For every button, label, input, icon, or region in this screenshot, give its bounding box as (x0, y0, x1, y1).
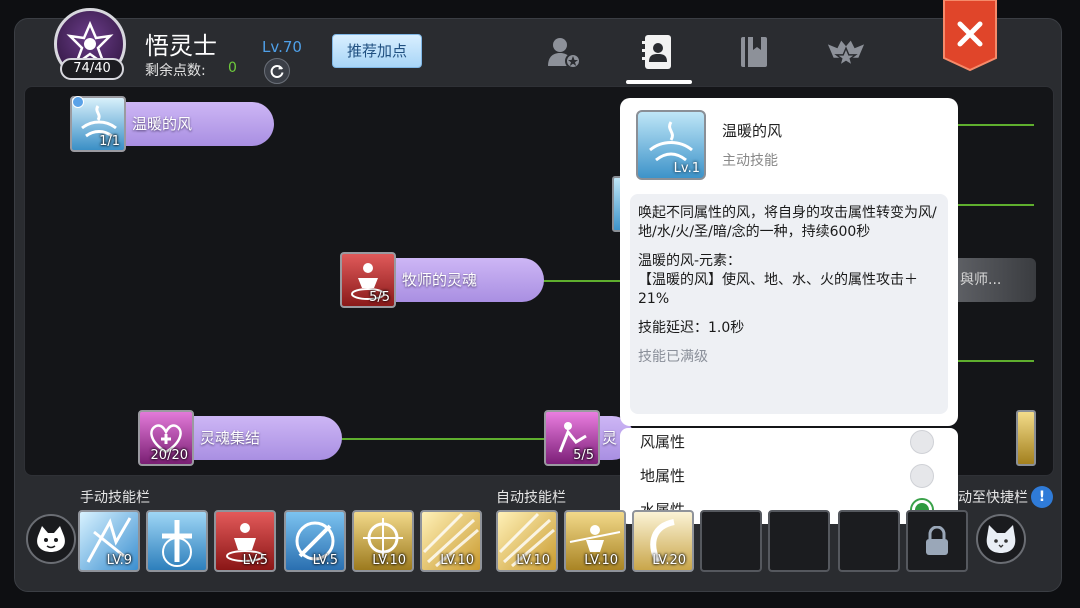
shortcut-bar-label: 动至快捷栏 (958, 490, 1028, 506)
slot-level: LV.9 (106, 553, 132, 568)
skill-node-priest-soul[interactable]: 牧师的灵魂 5/5 (340, 252, 544, 308)
manual-skill-slot[interactable]: LV.9 (78, 510, 140, 572)
empty-skill-slot[interactable] (700, 510, 762, 572)
skill-tooltip: Lv.1 温暖的风 主动技能 唤起不同属性的风，将自身的攻击属性转变为风/地/水… (620, 98, 958, 426)
soul-spirit-icon: 5/5 (544, 410, 600, 466)
skill-node-soul-gather[interactable]: 灵魂集结 20/20 (138, 410, 342, 466)
slot-level: LV.20 (652, 553, 686, 568)
hidden-skill-node[interactable] (1016, 410, 1036, 466)
hidden-skill-node-label[interactable]: 與师... (958, 258, 1036, 302)
slot-level: LV.10 (584, 553, 618, 568)
tree-connector (540, 280, 624, 282)
element-option-wind[interactable]: 风属性 (640, 430, 940, 454)
slot-level: LV.10 (516, 553, 550, 568)
auto-skill-slot[interactable]: LV.10 (496, 510, 558, 572)
tooltip-skill-level: Lv.1 (673, 161, 700, 176)
remaining-points-value: 0 (228, 60, 237, 76)
avatar-count: 74/40 (60, 58, 124, 80)
recommend-points-button[interactable]: 推荐加点 (332, 34, 422, 68)
crown-star-emblem-icon (827, 40, 865, 67)
soul-gather-icon: 20/20 (138, 410, 194, 466)
reset-button[interactable] (264, 58, 290, 84)
auto-skill-slot[interactable]: LV.10 (564, 510, 626, 572)
element-option-label: 风属性 (640, 433, 686, 451)
tab-profile[interactable] (544, 32, 584, 72)
manual-skill-slot[interactable]: LV.5 (214, 510, 276, 572)
skill-node-count: 1/1 (99, 134, 120, 149)
info-icon[interactable]: ! (1031, 486, 1053, 508)
active-tab-indicator (626, 80, 692, 84)
slot-level: LV.5 (312, 553, 338, 568)
tab-skills[interactable] (638, 32, 678, 72)
locked-skill-slot[interactable] (906, 510, 968, 572)
auto-skill-bar-label: 自动技能栏 (496, 490, 566, 506)
cat-face-icon (986, 525, 1016, 553)
tooltip-title: 温暖的风 (722, 122, 783, 140)
right-mascot-button[interactable] (976, 514, 1026, 564)
skill-node-count: 5/5 (573, 448, 594, 463)
tooltip-element-effect: 【温暖的风】使风、地、水、火的属性攻击＋21% (638, 272, 918, 307)
manual-skill-slot[interactable]: LV.10 (352, 510, 414, 572)
bookmark-book-icon (741, 37, 767, 67)
tooltip-delay: 技能延迟：1.0秒 (638, 320, 745, 336)
skill-screen: 74/40 悟灵士 剩余点数: 0 Lv.70 推荐加点 温暖的风 1/1 牧师… (0, 0, 1080, 608)
empty-skill-slot[interactable] (768, 510, 830, 572)
radio-button[interactable] (910, 464, 934, 488)
job-name: 悟灵士 (145, 32, 217, 60)
tooltip-element-heading: 温暖的风-元素： (638, 253, 742, 269)
level-indicator: Lv.70 (262, 38, 302, 56)
remaining-points-label: 剩余点数: (145, 63, 206, 79)
empty-skill-slot[interactable] (838, 510, 900, 572)
tree-connector (338, 438, 544, 440)
manual-skill-slot[interactable] (146, 510, 208, 572)
lock-icon (926, 526, 948, 555)
skill-node-count: 5/5 (369, 290, 390, 305)
priest-soul-icon: 5/5 (340, 252, 396, 308)
left-mascot-button[interactable] (26, 514, 76, 564)
profile-star-icon (548, 38, 581, 69)
slot-level: LV.10 (372, 553, 406, 568)
mascot-face-icon (37, 526, 65, 552)
close-button[interactable] (942, 0, 998, 72)
auto-skill-slot[interactable]: LV.20 (632, 510, 694, 572)
tooltip-description: 唤起不同属性的风，将自身的攻击属性转变为风/地/水/火/圣/暗/念的一种，持续6… (638, 205, 937, 240)
manual-skill-slot[interactable]: LV.10 (420, 510, 482, 572)
tooltip-skill-type: 主动技能 (722, 153, 778, 169)
holy-cross-icon (162, 520, 192, 567)
element-option-earth[interactable]: 地属性 (640, 464, 940, 488)
tooltip-body: 唤起不同属性的风，将自身的攻击属性转变为风/地/水/火/圣/暗/念的一种，持续6… (630, 194, 948, 414)
tab-book[interactable] (734, 32, 774, 72)
slot-level: LV.10 (440, 553, 474, 568)
manual-skill-bar-label: 手动技能栏 (80, 490, 150, 506)
refresh-icon (270, 65, 284, 78)
info-dot-icon (72, 96, 84, 108)
slot-level: LV.5 (242, 553, 268, 568)
tooltip-status: 技能已满级 (638, 349, 708, 365)
warm-wind-icon: Lv.1 (636, 110, 706, 180)
radio-button[interactable] (910, 430, 934, 454)
skill-node-count: 20/20 (150, 448, 188, 463)
tree-connector (958, 124, 1034, 126)
skill-node-warm-wind[interactable]: 温暖的风 1/1 (70, 96, 274, 152)
manual-skill-slot[interactable]: LV.5 (284, 510, 346, 572)
close-icon (943, 0, 997, 72)
skill-book-icon (642, 35, 671, 69)
element-option-label: 地属性 (640, 467, 686, 485)
tree-connector (958, 204, 1034, 206)
tab-emblem[interactable] (826, 32, 866, 72)
tree-connector (958, 360, 1034, 362)
